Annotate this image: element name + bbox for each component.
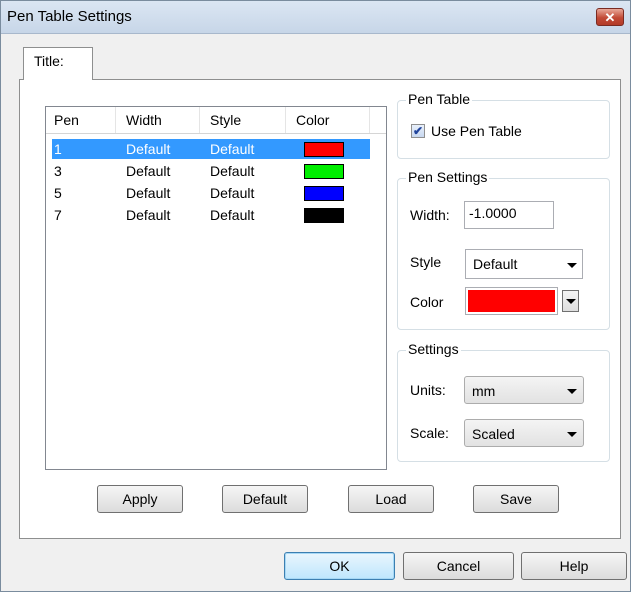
pen-table-group-title: Pen Table: [406, 91, 473, 107]
close-icon: ✕: [604, 10, 616, 25]
pen-number: 7: [54, 207, 62, 223]
column-divider[interactable]: [199, 107, 200, 133]
column-header-style[interactable]: Style: [210, 112, 241, 128]
scale-label: Scale:: [410, 425, 449, 441]
color-fill: [468, 290, 555, 312]
units-value: mm: [472, 383, 496, 399]
pen-style: Default: [210, 163, 255, 179]
close-button[interactable]: ✕: [596, 8, 624, 26]
pen-style: Default: [210, 141, 255, 157]
column-divider[interactable]: [115, 107, 116, 133]
pen-number: 1: [54, 141, 62, 157]
load-button[interactable]: Load: [348, 485, 434, 513]
ok-button[interactable]: OK: [284, 552, 395, 580]
pen-width: Default: [126, 185, 171, 201]
pen-row-1[interactable]: 1 Default Default: [52, 139, 370, 159]
scale-dropdown[interactable]: Scaled: [464, 419, 584, 447]
color-label: Color: [410, 294, 444, 310]
pen-style: Default: [210, 207, 255, 223]
pen-width: Default: [126, 163, 171, 179]
pen-list[interactable]: Pen Width Style Color 1 Default Default …: [45, 106, 387, 470]
color-dropdown-button[interactable]: [562, 290, 579, 312]
column-header-pen[interactable]: Pen: [54, 112, 79, 128]
column-header-color[interactable]: Color: [296, 112, 329, 128]
color-preview[interactable]: [465, 287, 558, 315]
pen-settings-group-title: Pen Settings: [406, 169, 490, 185]
settings-group-title: Settings: [406, 341, 461, 357]
column-divider[interactable]: [369, 107, 370, 133]
use-pen-table-checkbox[interactable]: ✔: [411, 124, 425, 138]
pen-number: 5: [54, 185, 62, 201]
units-dropdown[interactable]: mm: [464, 376, 584, 404]
pen-color-swatch: [304, 186, 344, 201]
scale-value: Scaled: [472, 426, 515, 442]
use-pen-table-label[interactable]: Use Pen Table: [431, 123, 522, 139]
pen-color-swatch: [304, 164, 344, 179]
width-label: Width:: [410, 207, 450, 223]
pen-color-swatch: [304, 142, 344, 157]
style-label: Style: [410, 254, 442, 270]
color-picker[interactable]: [465, 287, 583, 315]
pen-style: Default: [210, 185, 255, 201]
style-dropdown[interactable]: Default: [465, 249, 583, 279]
pen-list-header: Pen Width Style Color: [46, 107, 386, 134]
pen-color-swatch: [304, 208, 344, 223]
save-button[interactable]: Save: [473, 485, 559, 513]
column-header-width[interactable]: Width: [126, 112, 162, 128]
chevron-down-icon: [567, 432, 577, 437]
title-bar[interactable]: Pen Table Settings ✕: [1, 1, 630, 34]
pen-width: Default: [126, 141, 171, 157]
apply-button[interactable]: Apply: [97, 485, 183, 513]
chevron-down-icon: [567, 389, 577, 394]
column-divider[interactable]: [285, 107, 286, 133]
chevron-down-icon: [567, 263, 577, 268]
pen-row-3[interactable]: 3 Default Default: [52, 161, 370, 181]
cancel-button[interactable]: Cancel: [403, 552, 514, 580]
window-title: Pen Table Settings: [7, 8, 132, 25]
help-button[interactable]: Help: [521, 552, 627, 580]
tab-title[interactable]: Title:: [23, 47, 93, 80]
tab-title-label: Title:: [34, 53, 64, 69]
checkmark-icon: ✔: [412, 124, 424, 138]
pen-width: Default: [126, 207, 171, 223]
style-value: Default: [473, 256, 518, 272]
pen-row-7[interactable]: 7 Default Default: [52, 205, 370, 225]
pen-number: 3: [54, 163, 62, 179]
default-button[interactable]: Default: [222, 485, 308, 513]
units-label: Units:: [410, 382, 446, 398]
width-input[interactable]: -1.0000: [464, 201, 554, 229]
pen-row-5[interactable]: 5 Default Default: [52, 183, 370, 203]
chevron-down-icon: [566, 299, 576, 304]
